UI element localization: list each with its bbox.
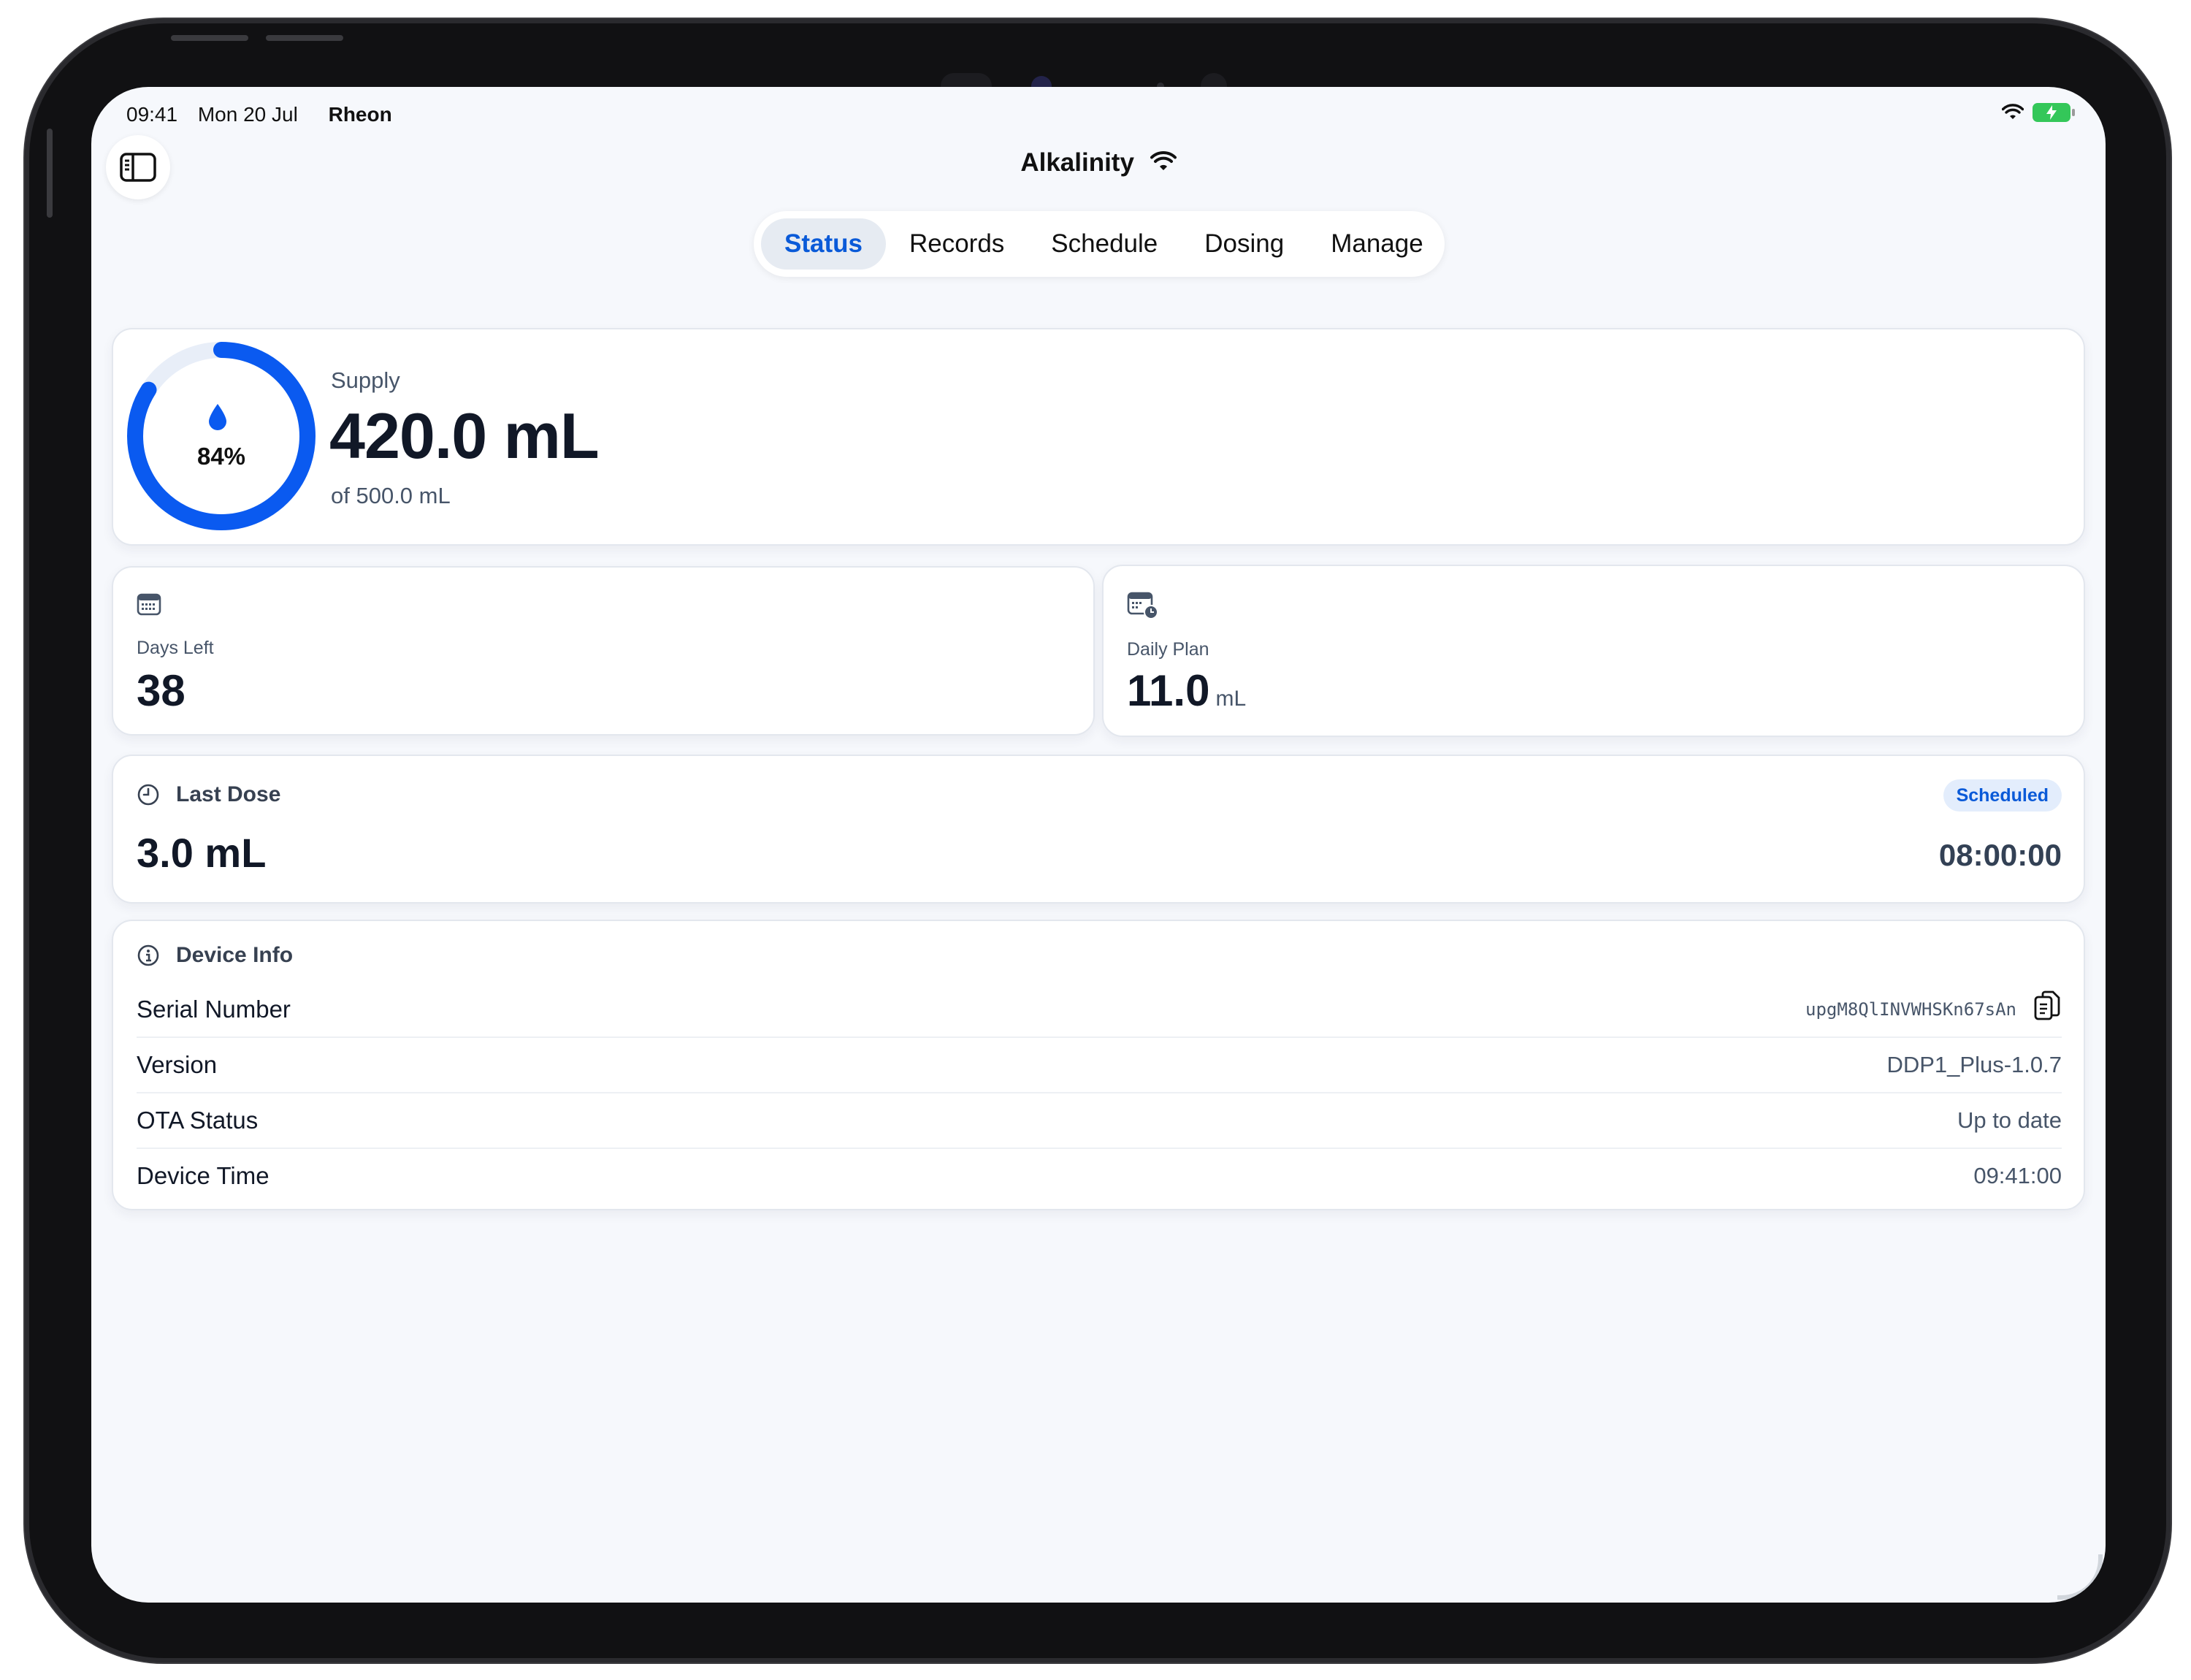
charging-bolt-icon	[2046, 105, 2057, 120]
power-button	[266, 35, 343, 41]
device-info-row-version: Version DDP1_Plus-1.0.7	[137, 1038, 2062, 1093]
daily-plan-value: 11.0	[1127, 666, 1210, 715]
last-dose-time: 08:00:00	[1938, 838, 2062, 872]
side-button	[47, 129, 53, 218]
calendar-clock-icon	[1127, 592, 1158, 619]
supply-capacity: of 500.0 mL	[331, 483, 451, 508]
daily-plan-card: Daily Plan 11.0 mL	[1102, 565, 2085, 737]
tab-dosing[interactable]: Dosing	[1181, 218, 1307, 270]
version-value: DDP1_Plus-1.0.7	[1886, 1052, 2062, 1077]
serial-number-label: Serial Number	[137, 996, 291, 1023]
supply-card: 84% Supply 420.0 mL of 500.0 mL	[112, 328, 2085, 546]
tab-schedule[interactable]: Schedule	[1028, 218, 1181, 270]
serial-number-value: upgM8QlINVWHSKn67sAn	[1805, 999, 2016, 1020]
battery-icon	[2033, 103, 2075, 122]
daily-plan-unit: mL	[1215, 687, 1247, 711]
status-bar-left: 09:41 Mon 20 Jul Rheon	[126, 103, 407, 126]
clock-icon	[137, 784, 159, 806]
device-info-row-serial: Serial Number upgM8QlINVWHSKn67sAn	[137, 982, 2062, 1038]
page-title: Alkalinity	[1020, 148, 1134, 177]
status-bar: 09:41 Mon 20 Jul Rheon	[126, 99, 2075, 135]
tab-manage[interactable]: Manage	[1307, 218, 1446, 270]
status-time: 09:41	[126, 103, 178, 126]
copy-icon	[2034, 990, 2060, 1020]
page-title-wrap: Alkalinity	[91, 148, 2106, 177]
last-dose-card: Last Dose 3.0 mL Scheduled 08:00:00	[112, 755, 2085, 904]
device-info-row-time: Device Time 09:41:00	[137, 1149, 2062, 1203]
last-dose-value: 3.0 mL	[137, 830, 267, 876]
volume-button-top	[171, 35, 248, 41]
serial-number-value-wrap: upgM8QlINVWHSKn67sAn	[1805, 990, 2062, 1029]
status-carrier: Rheon	[328, 103, 392, 126]
tab-records[interactable]: Records	[886, 218, 1028, 270]
daily-plan-label: Daily Plan	[1127, 639, 1209, 660]
water-drop-icon	[209, 404, 226, 430]
daily-plan-value-wrap: 11.0 mL	[1127, 665, 1246, 716]
status-date: Mon 20 Jul	[197, 103, 298, 126]
calendar-icon	[137, 593, 161, 616]
ota-status-label: OTA Status	[137, 1107, 259, 1134]
supply-value: 420.0 mL	[329, 400, 600, 472]
app-screen: 09:41 Mon 20 Jul Rheon Alkalinity Status…	[91, 87, 2106, 1603]
status-bar-right	[2002, 103, 2075, 122]
device-info-card: Device Info Serial Number upgM8QlINVWHSK…	[112, 920, 2085, 1210]
last-dose-label: Last Dose	[176, 782, 281, 806]
tab-status[interactable]: Status	[761, 218, 886, 270]
device-time-label: Device Time	[137, 1162, 269, 1189]
wifi-icon	[2002, 104, 2024, 119]
version-label: Version	[137, 1051, 218, 1078]
ota-status-value: Up to date	[1957, 1107, 2062, 1133]
supply-ring	[127, 342, 316, 530]
days-left-card: Days Left 38	[112, 566, 1095, 736]
last-dose-header: Last Dose	[137, 782, 280, 807]
wifi-icon	[1150, 150, 1177, 170]
info-icon	[137, 944, 159, 966]
device-info-label: Device Info	[176, 943, 294, 967]
supply-percent: 84%	[196, 443, 246, 470]
days-left-value: 38	[137, 666, 186, 715]
supply-label: Supply	[331, 367, 400, 393]
days-left-label: Days Left	[137, 638, 214, 658]
device-time-value: 09:41:00	[1973, 1163, 2062, 1188]
device-info-row-ota: OTA Status Up to date	[137, 1093, 2062, 1149]
tab-bar: Status Records Schedule Dosing Manage	[754, 211, 1445, 277]
device-info-header: Device Info	[137, 943, 293, 968]
status-badge: Scheduled	[1943, 779, 2062, 812]
copy-button[interactable]	[2033, 990, 2062, 1029]
